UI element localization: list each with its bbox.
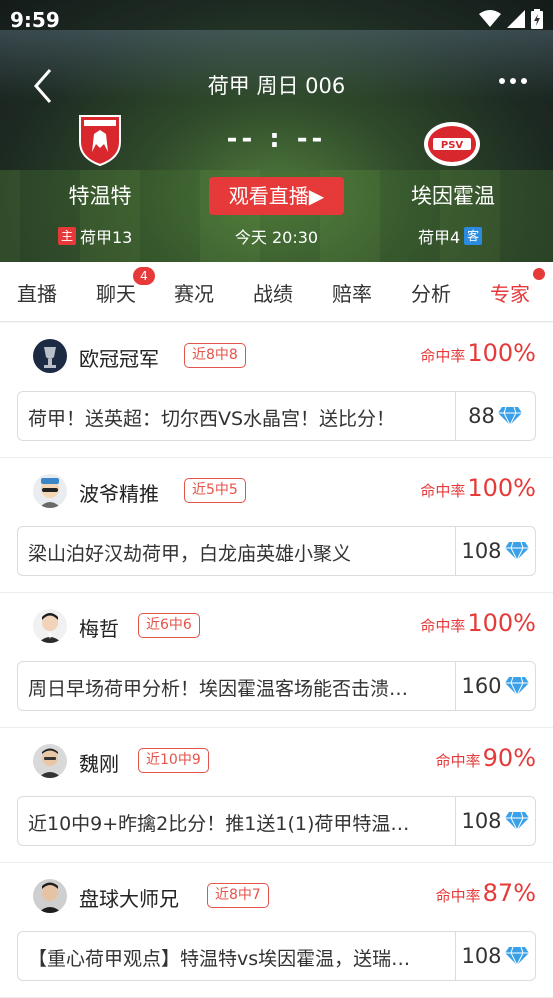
hit-rate-value: 87% [482,879,536,907]
hit-rate-value: 100% [467,474,536,502]
expert-card[interactable]: 波爷精推 近5中5 命中率 100% 梁山泊好汉劫荷甲，白龙庙英雄小聚义 108 [0,458,553,593]
streak-badge: 近5中5 [184,478,246,503]
post-price: 108 [455,932,535,980]
expert-name: 波爷精推 [79,482,159,506]
tab-record[interactable]: 战绩 [253,278,293,307]
post-title: 【重心荷甲观点】特温特vs埃因霍温，送瑞… [28,948,411,970]
tab-bar: 直播 聊天 4 赛况 战绩 赔率 分析 专家 [0,262,553,322]
away-tag: 客 [464,227,483,245]
watch-live-button[interactable]: 观看直播▶ [209,177,344,215]
away-rank: 荷甲4 [418,228,461,247]
diamond-icon [504,946,529,966]
match-header: 9:59 荷甲 周日 006 -- : -- PSV 特温特 观看直播▶ 埃因霍… [0,0,553,262]
tab-chat[interactable]: 聊天 [96,278,136,307]
title-bar: 荷甲 周日 006 [0,64,553,104]
hit-rate-label: 命中率 [435,887,481,905]
tab-odds[interactable]: 赔率 [332,278,372,307]
tab-analysis[interactable]: 分析 [411,278,451,307]
hit-rate-label: 命中率 [420,482,466,500]
expert-name: 盘球大师兄 [79,887,179,911]
post-item[interactable]: 近10中9+昨擒2比分！推1送1(1)荷甲特温… 108 [17,796,536,846]
post-title: 周日早场荷甲分析！埃因霍温客场能否击溃… [28,678,409,700]
expert-card[interactable]: 梅哲 近6中6 命中率 100% 周日早场荷甲分析！埃因霍温客场能否击溃… 16… [0,593,553,728]
hit-rate-label: 命中率 [420,617,466,635]
score: -- : -- [226,124,327,154]
streak-badge: 近8中7 [207,883,269,908]
hit-rate-value: 90% [482,744,536,772]
post-item[interactable]: 荷甲！送英超：切尔西VS水晶宫！送比分！ 88 [17,391,536,441]
battery-icon [531,9,543,29]
expert-name: 欧冠冠军 [79,347,159,371]
away-team-meta: 荷甲4 客 [418,224,483,248]
diamond-icon [504,541,529,561]
avatar [33,879,67,913]
post-title: 梁山泊好汉劫荷甲，白龙庙英雄小聚义 [28,543,352,565]
hit-rate: 命中率 100% [420,474,536,502]
price-value: 88 [468,404,495,428]
home-team-name: 特温特 [68,184,132,208]
post-item[interactable]: 周日早场荷甲分析！埃因霍温客场能否击溃… 160 [17,661,536,711]
wifi-icon [479,10,501,27]
hit-rate: 命中率 87% [436,879,536,907]
home-team-logo [79,115,121,166]
expert-name: 魏刚 [79,752,119,776]
expert-name: 梅哲 [79,617,119,641]
hit-rate-label: 命中率 [420,347,466,365]
diamond-icon [504,676,529,696]
expert-card[interactable]: 魏刚 近10中9 命中率 90% 近10中9+昨擒2比分！推1送1(1)荷甲特温… [0,728,553,863]
tab-live[interactable]: 直播 [17,278,57,307]
post-price: 108 [455,527,535,575]
hit-rate-value: 100% [467,609,536,637]
post-price: 108 [455,797,535,845]
post-price: 160 [455,662,535,710]
away-team-logo: PSV [424,122,480,166]
status-time: 9:59 [10,8,60,32]
post-item[interactable]: 梁山泊好汉劫荷甲，白龙庙英雄小聚义 108 [17,526,536,576]
away-team-name: 埃因霍温 [411,184,495,208]
avatar [33,474,67,508]
status-icons [479,9,543,29]
hit-rate: 命中率 90% [436,744,536,772]
post-price: 88 [455,392,535,440]
expert-card[interactable]: 盘球大师兄 近8中7 命中率 87% 【重心荷甲观点】特温特vs埃因霍温，送瑞…… [0,863,553,998]
more-icon[interactable] [499,78,527,86]
avatar [33,339,67,373]
chat-badge: 4 [133,267,155,285]
post-title: 近10中9+昨擒2比分！推1送1(1)荷甲特温… [28,813,410,835]
expert-card[interactable]: 欧冠冠军 近8中8 命中率 100% 荷甲！送英超：切尔西VS水晶宫！送比分！ … [0,323,553,458]
streak-badge: 近8中8 [184,343,246,368]
hit-rate-label: 命中率 [435,752,481,770]
experts-dot [533,268,545,280]
tab-match-status[interactable]: 赛况 [174,278,214,307]
streak-badge: 近6中6 [138,613,200,638]
expert-list: 欧冠冠军 近8中8 命中率 100% 荷甲！送英超：切尔西VS水晶宫！送比分！ … [0,323,553,998]
diamond-icon [497,406,522,426]
avatar [33,744,67,778]
price-value: 108 [461,809,502,833]
price-value: 160 [461,674,502,698]
hit-rate: 命中率 100% [420,609,536,637]
streak-badge: 近10中9 [138,748,209,773]
post-item[interactable]: 【重心荷甲观点】特温特vs埃因霍温，送瑞… 108 [17,931,536,981]
price-value: 108 [461,944,502,968]
home-team-meta: 主 荷甲13 [58,224,132,248]
tab-experts[interactable]: 专家 [490,278,530,307]
home-tag: 主 [58,227,76,245]
home-rank: 荷甲13 [80,228,133,247]
svg-text:PSV: PSV [441,140,464,151]
match-time: 今天 20:30 [234,228,319,247]
hit-rate-value: 100% [467,339,536,367]
status-bar: 9:59 [0,0,553,38]
hit-rate: 命中率 100% [420,339,536,367]
page-title: 荷甲 周日 006 [207,74,346,98]
price-value: 108 [461,539,502,563]
avatar [33,609,67,643]
diamond-icon [504,811,529,831]
post-title: 荷甲！送英超：切尔西VS水晶宫！送比分！ [28,408,396,430]
signal-icon [507,10,525,28]
